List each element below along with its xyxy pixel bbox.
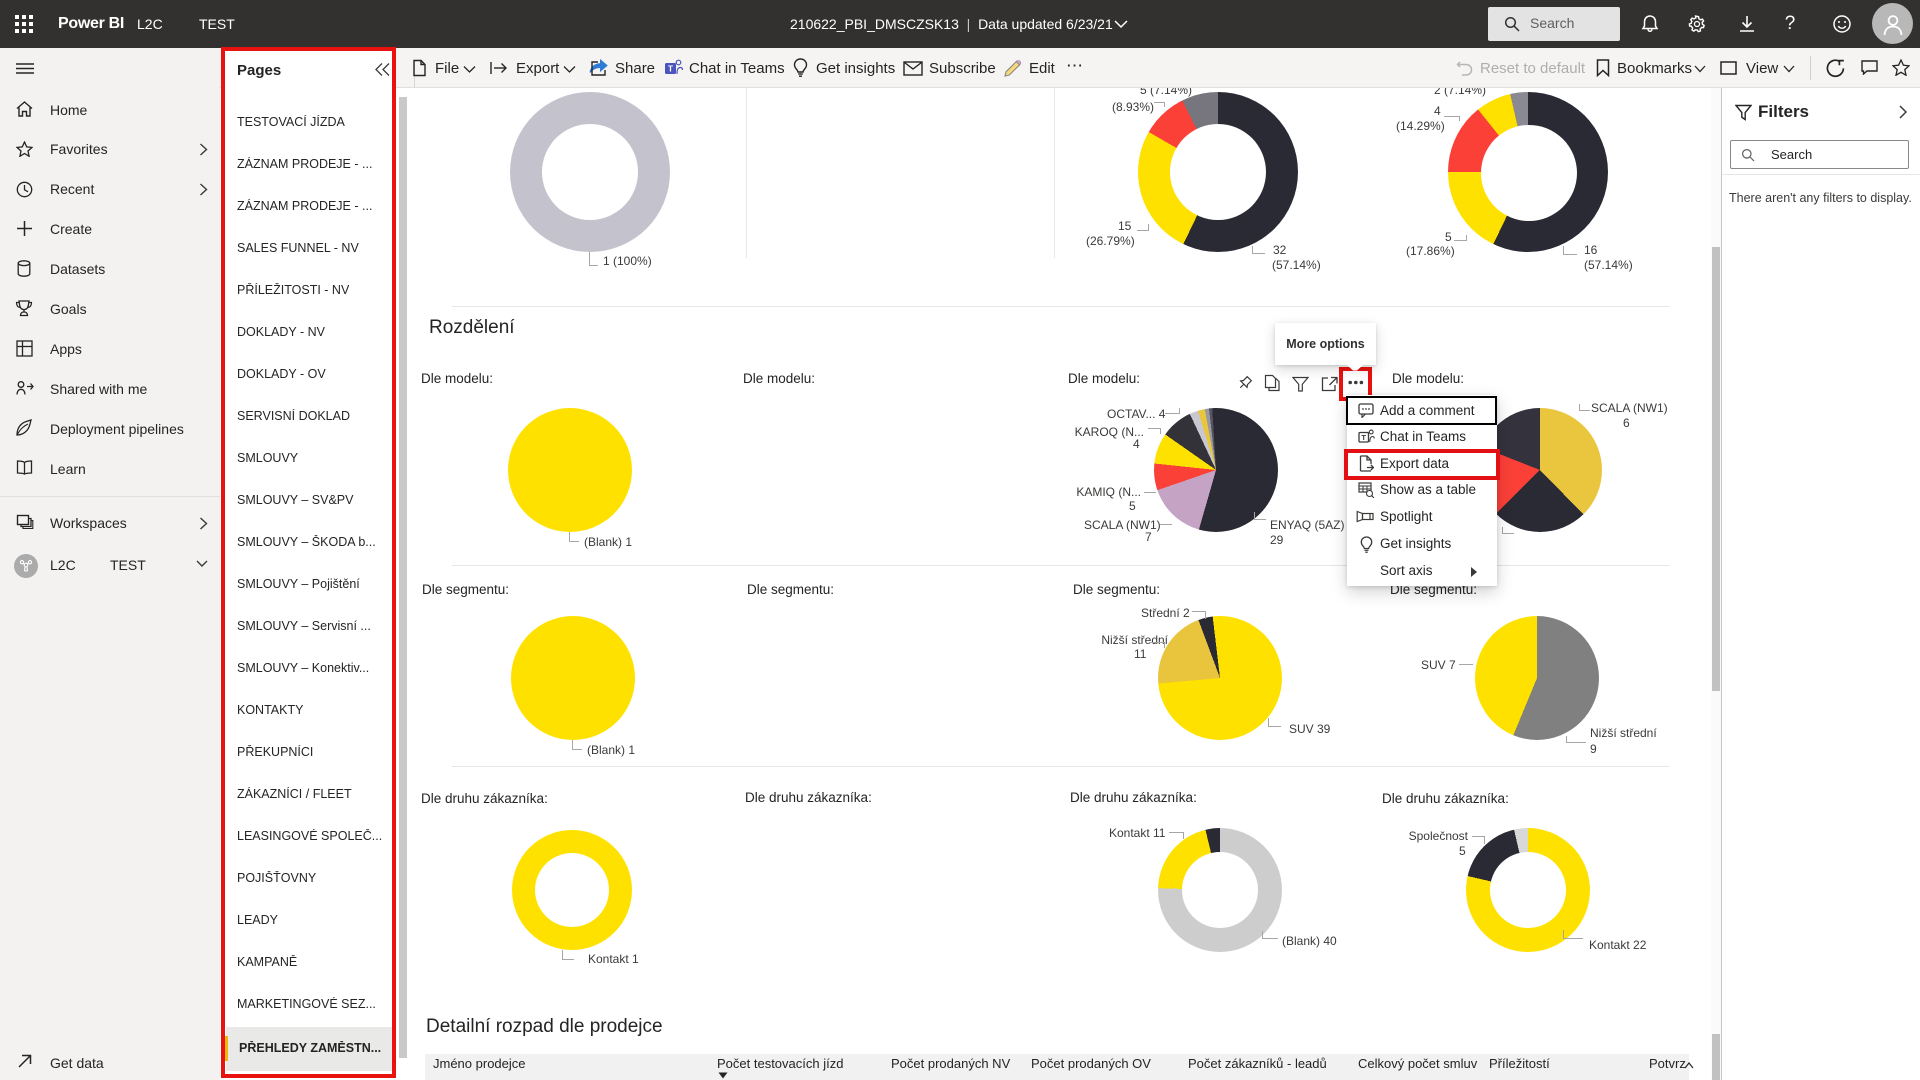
svg-text:T: T (668, 64, 674, 74)
svg-text:?: ? (1785, 13, 1796, 34)
svg-text:T: T (1361, 433, 1366, 442)
